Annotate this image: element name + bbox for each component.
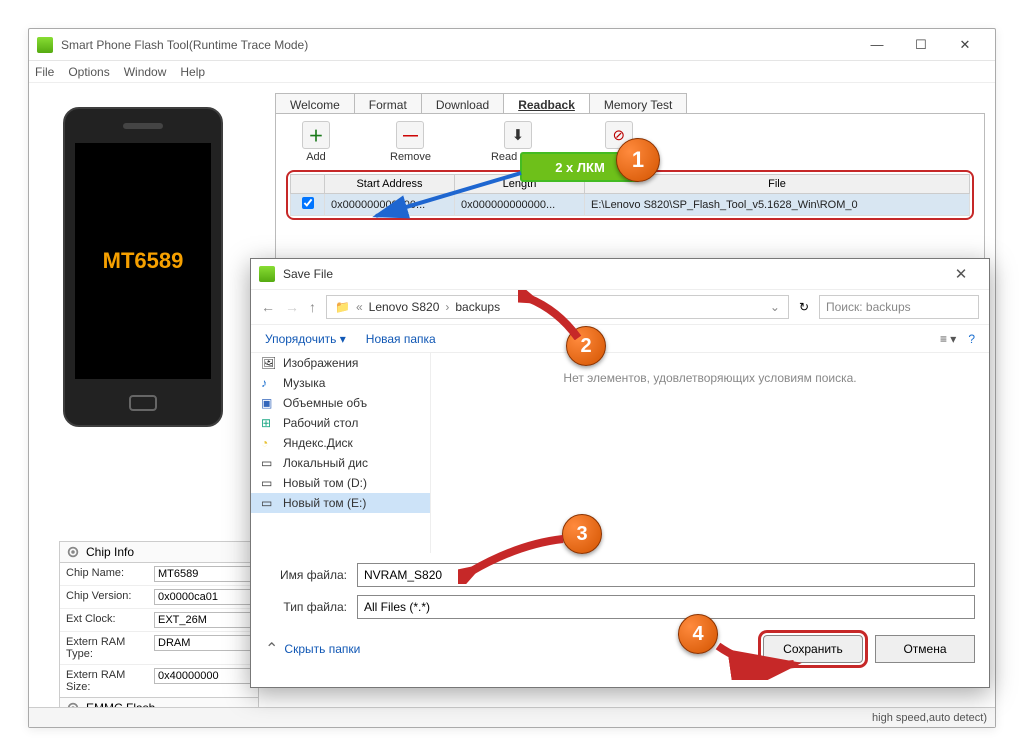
phone-home-button xyxy=(129,395,157,411)
row-checkbox[interactable] xyxy=(302,197,314,209)
yandex-icon: ◔ xyxy=(261,436,277,450)
dialog-title: Save File xyxy=(283,267,333,281)
window-title: Smart Phone Flash Tool(Runtime Trace Mod… xyxy=(61,38,308,52)
newfolder-button[interactable]: Новая папка xyxy=(366,332,436,346)
nav-refresh-icon[interactable]: ↻ xyxy=(799,300,809,314)
desktop-icon: ⊞ xyxy=(261,416,277,430)
dialog-nav: ← → ↑ 📁 « Lenovo S820 › backups ⌄ ↻ Поис… xyxy=(251,289,989,325)
3dobjects-icon: ▣ xyxy=(261,396,277,410)
tree-item[interactable]: ◔Яндекс.Диск xyxy=(251,433,430,453)
tree-item[interactable]: ▭Локальный дис xyxy=(251,453,430,473)
filetype-select[interactable] xyxy=(357,595,975,619)
tree-item[interactable]: ♪Музыка xyxy=(251,373,430,393)
chipinfo-grid: Chip Name: Chip Version: Ext Clock: Exte… xyxy=(59,562,259,698)
annotation-arrow-red-3 xyxy=(458,534,568,584)
menubar: File Options Window Help xyxy=(29,61,995,83)
ext-clock-field[interactable] xyxy=(154,612,254,628)
folder-icon: 📁 xyxy=(335,300,350,314)
organize-button[interactable]: Упорядочить ▾ xyxy=(265,332,346,346)
minus-icon: — xyxy=(403,127,418,144)
remove-button[interactable]: —Remove xyxy=(390,121,431,163)
file-area: Нет элементов, удовлетворяющих условиям … xyxy=(431,353,989,553)
drive-icon: ▭ xyxy=(261,476,277,490)
annotation-callout-1: 1 xyxy=(616,138,660,182)
tree-item[interactable]: ▣Объемные объ xyxy=(251,393,430,413)
menu-options[interactable]: Options xyxy=(68,65,109,79)
plus-icon: ＋ xyxy=(308,125,323,146)
gear-icon xyxy=(66,545,80,559)
tree-item[interactable]: 🖼Изображения xyxy=(251,353,430,373)
tree-item[interactable]: ⊞Рабочий стол xyxy=(251,413,430,433)
dialog-subbar: Упорядочить ▾ Новая папка ≡ ▾ ? xyxy=(251,325,989,353)
filename-input[interactable] xyxy=(357,563,975,587)
statusbar: high speed,auto detect) xyxy=(29,707,995,727)
phone-screen: MT6589 xyxy=(75,143,211,379)
add-button[interactable]: ＋Add xyxy=(302,121,330,163)
breadcrumb-a[interactable]: Lenovo S820 xyxy=(369,300,440,314)
tree-item-selected[interactable]: ▭Новый том (E:) xyxy=(251,493,430,513)
dialog-titlebar: Save File ✕ xyxy=(251,259,989,289)
folder-tree: 🖼Изображения ♪Музыка ▣Объемные объ ⊞Рабо… xyxy=(251,353,431,553)
maximize-button[interactable]: ☐ xyxy=(899,31,943,59)
tree-item[interactable]: ▭Новый том (D:) xyxy=(251,473,430,493)
caret-icon[interactable]: ⌃ xyxy=(265,639,278,659)
annotation-arrow-red-4 xyxy=(712,640,802,680)
annotation-callout-3: 3 xyxy=(562,514,602,554)
readback-icon: ⬇ xyxy=(504,121,532,149)
titlebar: Smart Phone Flash Tool(Runtime Trace Mod… xyxy=(29,29,995,61)
search-input[interactable]: Поиск: backups xyxy=(819,295,979,319)
hide-folders-link[interactable]: Скрыть папки xyxy=(284,642,360,656)
minimize-button[interactable]: — xyxy=(855,31,899,59)
drive-icon: ▭ xyxy=(261,496,277,510)
menu-help[interactable]: Help xyxy=(180,65,205,79)
filetype-label: Тип файла: xyxy=(265,600,357,614)
menu-window[interactable]: Window xyxy=(124,65,167,79)
breadcrumb-b[interactable]: backups xyxy=(455,300,500,314)
filename-label: Имя файла: xyxy=(265,568,357,582)
chip-label: MT6589 xyxy=(103,248,184,274)
pictures-icon: 🖼 xyxy=(261,356,277,370)
phone-preview: BM MT6589 xyxy=(63,107,223,427)
chip-name-field[interactable] xyxy=(154,566,254,582)
app-icon xyxy=(37,37,53,53)
annotation-arrow-blue xyxy=(366,168,526,228)
stop-icon: ⊘ xyxy=(612,126,625,144)
menu-file[interactable]: File xyxy=(35,65,54,79)
nav-forward-icon[interactable]: → xyxy=(285,299,299,315)
drive-icon: ▭ xyxy=(261,456,277,470)
cancel-button[interactable]: Отмена xyxy=(875,635,975,663)
cell-file: E:\Lenovo S820\SP_Flash_Tool_v5.1628_Win… xyxy=(585,194,970,216)
dialog-close-button[interactable]: ✕ xyxy=(941,265,981,283)
dialog-icon xyxy=(259,266,275,282)
ram-type-field[interactable] xyxy=(154,635,254,651)
nav-up-icon[interactable]: ↑ xyxy=(309,299,316,315)
music-icon: ♪ xyxy=(261,376,277,390)
ram-size-field[interactable] xyxy=(154,668,254,684)
save-dialog: Save File ✕ ← → ↑ 📁 « Lenovo S820 › back… xyxy=(250,258,990,688)
view-options-icon[interactable]: ≡ ▾ xyxy=(940,332,956,346)
close-button[interactable]: ✕ xyxy=(943,31,987,59)
phone-speaker xyxy=(123,123,163,129)
chipinfo-header: Chip Info xyxy=(59,541,259,562)
nav-back-icon[interactable]: ← xyxy=(261,299,275,315)
annotation-arrow-red-2 xyxy=(518,290,618,340)
chip-version-field[interactable] xyxy=(154,589,254,605)
help-icon[interactable]: ? xyxy=(968,332,975,346)
